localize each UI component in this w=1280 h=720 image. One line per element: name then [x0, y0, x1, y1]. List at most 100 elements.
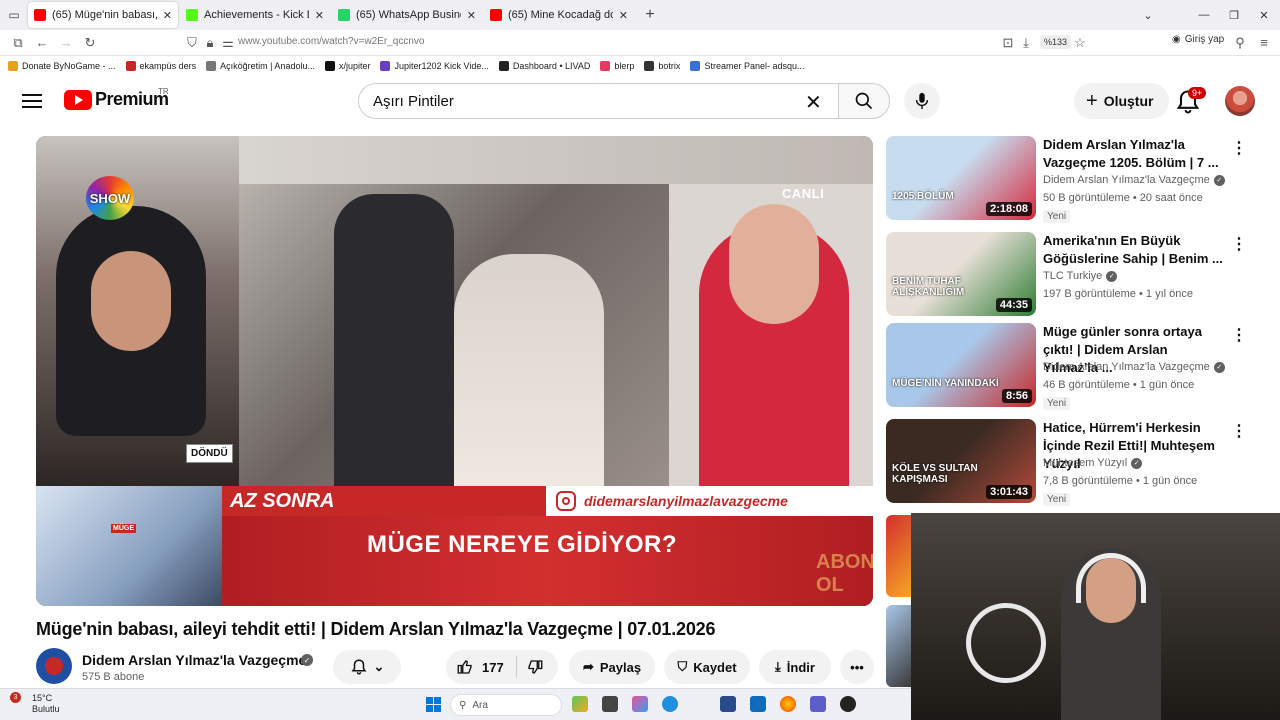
bookmark-item[interactable]: botrix	[644, 61, 680, 71]
forward-icon[interactable]: →	[54, 31, 78, 55]
download-button[interactable]: ⤓ İndir	[759, 650, 831, 684]
url-field[interactable]: www.youtube.com/watch?v=w2Er_qccnvo	[238, 36, 424, 47]
search-input[interactable]: Aşırı Pintiler	[358, 83, 838, 119]
more-vertical-icon[interactable]: ⋮	[1231, 421, 1247, 441]
permissions-icon[interactable]: ⚌	[216, 31, 240, 55]
tab-close-icon[interactable]: ✕	[315, 9, 324, 22]
more-vertical-icon[interactable]: ⋮	[1231, 234, 1247, 254]
bookmark-star-icon[interactable]: ☆	[1068, 31, 1092, 55]
tab-close-icon[interactable]: ✕	[467, 9, 476, 22]
coming-up-label: AZ SONRA	[222, 486, 546, 516]
plus-icon[interactable]: +	[636, 1, 664, 29]
tab-list-chevron-icon[interactable]: ⌄	[1132, 0, 1164, 30]
more-actions-button[interactable]: •••	[840, 650, 874, 684]
recommendation-item[interactable]: BENİM TUHAF ALIŞKANLIĞIM 44:35 Amerika'n…	[886, 232, 1247, 316]
bookmark-item[interactable]: Jupiter1202 Kick Vide...	[380, 61, 489, 71]
app-icon-outlook[interactable]	[750, 696, 766, 712]
download-label: İndir	[786, 659, 815, 675]
app-icon-terminal[interactable]	[602, 696, 618, 712]
app-icon-store[interactable]	[720, 696, 736, 712]
app-icon-copilot[interactable]	[632, 696, 648, 712]
recommendation-channel[interactable]: TLC Turkiye ✓	[1043, 270, 1118, 282]
sidebar-toggle-icon[interactable]: ⧉	[6, 31, 30, 55]
bookmark-label: Donate ByNoGame - ...	[22, 61, 116, 71]
recommendation-channel[interactable]: Didem Arslan Yılmaz'la Vazgeçme ✓	[1043, 361, 1225, 373]
browser-tab[interactable]: (65) Mine Kocadağ dosyasında ✕	[484, 2, 634, 28]
taskbar-search[interactable]: ⚲ Ara	[450, 694, 562, 716]
search-button[interactable]	[838, 83, 890, 119]
save-page-icon[interactable]: ⤓	[1014, 31, 1038, 55]
app-icon-teams[interactable]	[810, 696, 826, 712]
tab-overview-icon[interactable]: ▭	[0, 1, 28, 29]
bookmark-item[interactable]: Dashboard • LIVAD	[498, 61, 590, 71]
hamburger-menu-icon[interactable]	[22, 90, 42, 110]
browser-tab[interactable]: (65) WhatsApp Business ✕	[332, 2, 482, 28]
app-icon-obs[interactable]	[840, 696, 856, 712]
minimize-icon[interactable]: —	[1188, 0, 1220, 30]
more-vertical-icon[interactable]: ⋮	[1231, 325, 1247, 345]
bookmarks-bar: Donate ByNoGame - ... ekampüs ders Açıkö…	[0, 56, 1280, 76]
bookmark-item[interactable]: Streamer Panel- adsqu...	[690, 61, 805, 71]
recommendation-title[interactable]: Didem Arslan Yılmaz'la Vazgeçme 1205. Bö…	[1043, 136, 1223, 172]
extensions-icon[interactable]: ⚲	[1228, 31, 1252, 55]
bookmark-item[interactable]: Açıköğretim | Anadolu...	[206, 61, 315, 71]
app-icon-edge[interactable]	[662, 696, 678, 712]
recommendation-thumbnail[interactable]: BENİM TUHAF ALIŞKANLIĞIM 44:35	[886, 232, 1036, 316]
bookmark-favicon-icon	[600, 61, 611, 71]
video-duration: 44:35	[995, 298, 1032, 312]
tab-close-icon[interactable]: ✕	[163, 9, 172, 22]
share-button[interactable]: ➦ Paylaş	[569, 650, 655, 684]
bookmark-item[interactable]: x/jupiter	[324, 61, 371, 71]
download-icon: ⤓	[775, 659, 781, 674]
back-icon[interactable]: ←	[30, 31, 54, 55]
subscription-bell-button[interactable]: ⌄	[333, 650, 401, 684]
partial-recommendation-thumbnails	[886, 515, 911, 687]
bookmark-label: blerp	[614, 61, 635, 71]
save-button[interactable]: ⛉ Kaydet	[664, 650, 750, 684]
webcam-overlay	[911, 513, 1280, 720]
more-vertical-icon[interactable]: ⋮	[1231, 138, 1247, 158]
tab-label: (65) WhatsApp Business	[356, 9, 461, 21]
browser-tab[interactable]: (65) Müge'nin babası, aileyi tehdit ✕	[28, 2, 178, 28]
recommendation-thumbnail[interactable]: KÖLE VS SULTAN KAPIŞMASI 3:01:43	[886, 419, 1036, 503]
recommendation-item[interactable]: MÜGE'NİN YANINDAKİ 8:56 Müge günler sonr…	[886, 323, 1247, 410]
channel-name[interactable]: Didem Arslan Yılmaz'la Vazgeçme	[82, 652, 306, 668]
reload-icon[interactable]: ↻	[78, 31, 102, 55]
bookmark-label: x/jupiter	[338, 61, 371, 71]
recommendation-thumbnail[interactable]: MÜGE'NİN YANINDAKİ 8:56	[886, 323, 1036, 407]
video-player[interactable]: SHOW CANLI DÖNDÜ MÜGE AZ SONRA didemarsl…	[36, 136, 873, 606]
recommendation-channel[interactable]: Muhteşem Yüzyıl ✓	[1043, 457, 1143, 469]
voice-search-button[interactable]	[904, 83, 940, 119]
app-icon-photos[interactable]	[572, 696, 588, 712]
like-button[interactable]: 177	[456, 658, 504, 676]
thumbnail-caption: 1205.BÖLÜM	[892, 191, 954, 202]
recommendation-title[interactable]: Amerika'nın En Büyük Göğüslerine Sahip |…	[1043, 232, 1223, 268]
thumbs-up-icon	[457, 660, 472, 674]
zoom-level[interactable]: %133	[1040, 35, 1072, 49]
video-frame-host	[669, 184, 873, 486]
weather-widget[interactable]: 3 15°C Bulutlu	[10, 692, 60, 715]
recommendation-channel[interactable]: Didem Arslan Yılmaz'la Vazgeçme ✓	[1043, 174, 1225, 186]
windows-start-icon[interactable]	[426, 697, 441, 712]
restore-icon[interactable]: ❐	[1218, 0, 1250, 30]
recommendation-item[interactable]: KÖLE VS SULTAN KAPIŞMASI 3:01:43 Hatice,…	[886, 419, 1247, 506]
recommendation-thumbnail[interactable]: 1205.BÖLÜM 2:18:08	[886, 136, 1036, 220]
browser-tab[interactable]: Achievements - Kick Dashboard ✕	[180, 2, 330, 28]
bookmark-item[interactable]: ekampüs ders	[125, 61, 197, 71]
sign-in-button[interactable]: ◉ Giriş yap	[1172, 34, 1224, 45]
bookmark-favicon-icon	[380, 61, 391, 71]
clear-search-icon[interactable]: ✕	[805, 90, 822, 115]
dislike-button[interactable]	[526, 658, 544, 679]
app-icon-firefox[interactable]	[780, 696, 796, 712]
channel-avatar[interactable]	[36, 648, 72, 684]
youtube-premium-logo[interactable]: Premium TR	[64, 87, 169, 110]
tab-close-icon[interactable]: ✕	[619, 9, 628, 22]
close-window-icon[interactable]: ✕	[1248, 0, 1280, 30]
recommendation-item[interactable]: 1205.BÖLÜM 2:18:08 Didem Arslan Yılmaz'l…	[886, 136, 1247, 223]
menu-icon[interactable]: ≡	[1252, 31, 1276, 55]
create-button[interactable]: + Oluştur	[1074, 83, 1170, 119]
bookmark-label: ekampüs ders	[139, 61, 197, 71]
user-avatar[interactable]	[1225, 86, 1255, 116]
bookmark-item[interactable]: Donate ByNoGame - ...	[8, 61, 116, 71]
bookmark-item[interactable]: blerp	[600, 61, 634, 71]
